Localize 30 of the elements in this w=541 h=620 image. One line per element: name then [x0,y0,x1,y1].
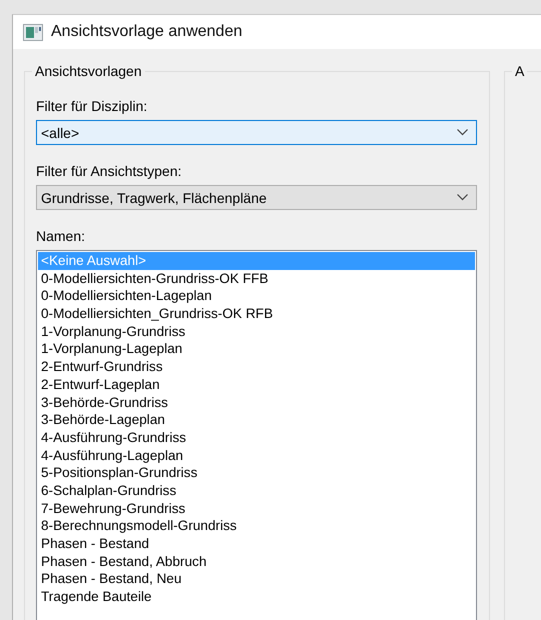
app-icon [23,24,43,40]
filter-label: Filter für Ansichtstypen: [36,163,183,179]
list-item[interactable]: 4-Ausführung-Grundriss [38,428,475,447]
window-title: Ansichtsvorlage anwenden [51,23,242,41]
chevron-down-icon [457,129,468,136]
list-item[interactable]: 0-Modelliersichten-Grundriss-OK FFB [38,270,475,288]
filter-dropdown[interactable]: <alle> [36,120,477,145]
list-item[interactable]: Tragende Bauteile [38,588,475,606]
list-item[interactable]: 0-Modelliersichten-Lageplan [38,287,475,306]
list-item[interactable]: Phasen - Bestand, Abbruch [38,552,475,570]
group-title: Ansichtsvorlagen [32,63,145,79]
list-item[interactable]: 1-Vorplanung-Grundriss [38,322,475,340]
list-item[interactable]: 2-Entwurf-Grundriss [38,358,475,376]
list-item[interactable]: Phasen - Bestand [38,535,475,553]
list-item[interactable]: 6-Schalplan-Grundriss [38,482,475,500]
list-item[interactable]: 3-Behörde-Lageplan [38,411,475,429]
list-item[interactable]: 0-Modelliersichten_Grundriss-OK RFB [38,305,475,323]
list-item[interactable]: 1-Vorplanung-Lageplan [38,340,475,358]
group-title: A [512,63,528,79]
list-item[interactable]: 2-Entwurf-Lageplan [38,376,475,394]
names-label: Namen: [36,228,86,244]
filter-label: Filter für Disziplin: [36,98,148,114]
chevron-down-icon [457,194,468,201]
list-item[interactable]: 3-Behörde-Grundriss [38,394,475,412]
list-item[interactable]: 7-Bewehrung-Grundriss [38,500,475,518]
filter-dropdown[interactable]: Grundrisse, Tragwerk, Flächenpläne [36,185,477,210]
list-item[interactable]: 5-Positionsplan-Grundriss [38,464,475,482]
list-item[interactable]: 4-Ausführung-Lageplan [38,446,475,464]
list-item[interactable]: 8-Berechnungsmodell-Grundriss [38,517,475,535]
list-item[interactable]: Phasen - Bestand, Neu [38,570,475,588]
